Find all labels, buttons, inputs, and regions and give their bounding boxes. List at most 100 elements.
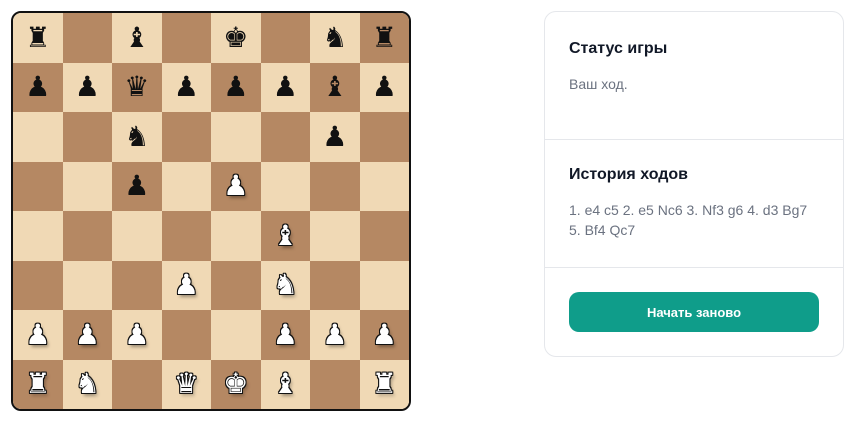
square-d7[interactable]: ♟ bbox=[161, 62, 211, 112]
black-pawn-icon[interactable]: ♟ bbox=[322, 122, 347, 151]
square-f1[interactable]: ♝ bbox=[260, 359, 310, 409]
square-g1[interactable] bbox=[310, 359, 360, 409]
square-c4[interactable] bbox=[112, 211, 162, 261]
square-h5[interactable] bbox=[359, 161, 409, 211]
square-b7[interactable]: ♟ bbox=[62, 62, 112, 112]
square-g7[interactable]: ♝ bbox=[310, 62, 360, 112]
square-d2[interactable] bbox=[161, 310, 211, 360]
white-pawn-icon[interactable]: ♟ bbox=[75, 320, 100, 349]
white-knight-icon[interactable]: ♞ bbox=[75, 370, 100, 398]
white-king-icon[interactable]: ♚ bbox=[223, 370, 248, 398]
black-knight-icon[interactable]: ♞ bbox=[124, 122, 149, 151]
black-king-icon[interactable]: ♚ bbox=[223, 23, 248, 52]
square-c3[interactable] bbox=[112, 260, 162, 310]
square-f8[interactable] bbox=[260, 13, 310, 63]
square-e3[interactable] bbox=[211, 260, 261, 310]
square-d1[interactable]: ♛ bbox=[161, 359, 211, 409]
black-pawn-icon[interactable]: ♟ bbox=[174, 73, 199, 101]
restart-button[interactable]: Начать заново bbox=[569, 292, 819, 332]
white-pawn-icon[interactable]: ♟ bbox=[273, 320, 298, 349]
white-rook-icon[interactable]: ♜ bbox=[372, 370, 397, 398]
square-b6[interactable] bbox=[62, 112, 112, 162]
square-c1[interactable] bbox=[112, 359, 162, 409]
white-bishop-icon[interactable]: ♝ bbox=[273, 221, 298, 250]
black-rook-icon[interactable]: ♜ bbox=[25, 23, 50, 52]
square-e8[interactable]: ♚ bbox=[211, 13, 261, 63]
square-a3[interactable] bbox=[13, 260, 63, 310]
square-a6[interactable] bbox=[13, 112, 63, 162]
square-f5[interactable] bbox=[260, 161, 310, 211]
square-a4[interactable] bbox=[13, 211, 63, 261]
square-h1[interactable]: ♜ bbox=[359, 359, 409, 409]
white-pawn-icon[interactable]: ♟ bbox=[174, 271, 199, 299]
white-rook-icon[interactable]: ♜ bbox=[25, 370, 50, 398]
black-bishop-icon[interactable]: ♝ bbox=[322, 73, 347, 101]
square-e1[interactable]: ♚ bbox=[211, 359, 261, 409]
square-h4[interactable] bbox=[359, 211, 409, 261]
square-h3[interactable] bbox=[359, 260, 409, 310]
square-a7[interactable]: ♟ bbox=[13, 62, 63, 112]
square-h2[interactable]: ♟ bbox=[359, 310, 409, 360]
square-g8[interactable]: ♞ bbox=[310, 13, 360, 63]
square-b1[interactable]: ♞ bbox=[62, 359, 112, 409]
black-pawn-icon[interactable]: ♟ bbox=[372, 73, 397, 101]
square-b3[interactable] bbox=[62, 260, 112, 310]
square-e5[interactable]: ♟ bbox=[211, 161, 261, 211]
white-knight-icon[interactable]: ♞ bbox=[273, 271, 298, 299]
square-g6[interactable]: ♟ bbox=[310, 112, 360, 162]
square-c5[interactable]: ♟ bbox=[112, 161, 162, 211]
white-queen-icon[interactable]: ♛ bbox=[174, 370, 199, 398]
square-a2[interactable]: ♟ bbox=[13, 310, 63, 360]
square-f3[interactable]: ♞ bbox=[260, 260, 310, 310]
black-rook-icon[interactable]: ♜ bbox=[372, 23, 397, 52]
square-b5[interactable] bbox=[62, 161, 112, 211]
square-f2[interactable]: ♟ bbox=[260, 310, 310, 360]
black-pawn-icon[interactable]: ♟ bbox=[124, 172, 149, 200]
square-f6[interactable] bbox=[260, 112, 310, 162]
black-queen-icon[interactable]: ♛ bbox=[124, 73, 149, 101]
white-pawn-icon[interactable]: ♟ bbox=[124, 320, 149, 349]
square-d6[interactable] bbox=[161, 112, 211, 162]
black-pawn-icon[interactable]: ♟ bbox=[273, 73, 298, 101]
square-e2[interactable] bbox=[211, 310, 261, 360]
square-a5[interactable] bbox=[13, 161, 63, 211]
white-pawn-icon[interactable]: ♟ bbox=[223, 172, 248, 200]
move-history-list: 1. e4 c5 2. e5 Nc6 3. Nf3 g6 4. d3 Bg7 5… bbox=[569, 202, 808, 238]
white-pawn-icon[interactable]: ♟ bbox=[25, 320, 50, 349]
black-bishop-icon[interactable]: ♝ bbox=[124, 23, 149, 52]
square-g2[interactable]: ♟ bbox=[310, 310, 360, 360]
black-pawn-icon[interactable]: ♟ bbox=[75, 73, 100, 101]
black-knight-icon[interactable]: ♞ bbox=[322, 23, 347, 52]
white-pawn-icon[interactable]: ♟ bbox=[372, 320, 397, 349]
chess-board[interactable]: ♜ ♝ ♚ ♞ ♜ ♟ ♟ ♛ ♟ ♟ ♟ ♝ ♟ ♞ ♟ ♟ ♟ ♝ ♟ ♞ ♟ ♟ ♟ ♟ ♟ ♟ ♜ ♞ ♛ ♚ ♝ ♜ bbox=[11, 11, 411, 411]
black-pawn-icon[interactable]: ♟ bbox=[223, 73, 248, 101]
square-g5[interactable] bbox=[310, 161, 360, 211]
square-b4[interactable] bbox=[62, 211, 112, 261]
square-c7[interactable]: ♛ bbox=[112, 62, 162, 112]
square-d5[interactable] bbox=[161, 161, 211, 211]
white-bishop-icon[interactable]: ♝ bbox=[273, 370, 298, 398]
square-d3[interactable]: ♟ bbox=[161, 260, 211, 310]
square-h7[interactable]: ♟ bbox=[359, 62, 409, 112]
square-a8[interactable]: ♜ bbox=[13, 13, 63, 63]
square-b2[interactable]: ♟ bbox=[62, 310, 112, 360]
square-h6[interactable] bbox=[359, 112, 409, 162]
square-a1[interactable]: ♜ bbox=[13, 359, 63, 409]
square-c2[interactable]: ♟ bbox=[112, 310, 162, 360]
square-g3[interactable] bbox=[310, 260, 360, 310]
white-pawn-icon[interactable]: ♟ bbox=[322, 320, 347, 349]
square-g4[interactable] bbox=[310, 211, 360, 261]
square-e7[interactable]: ♟ bbox=[211, 62, 261, 112]
move-history-section: История ходов 1. e4 c5 2. e5 Nc6 3. Nf3 … bbox=[545, 140, 843, 268]
square-h8[interactable]: ♜ bbox=[359, 13, 409, 63]
square-c8[interactable]: ♝ bbox=[112, 13, 162, 63]
square-e4[interactable] bbox=[211, 211, 261, 261]
square-d4[interactable] bbox=[161, 211, 211, 261]
black-pawn-icon[interactable]: ♟ bbox=[25, 73, 50, 101]
square-e6[interactable] bbox=[211, 112, 261, 162]
square-b8[interactable] bbox=[62, 13, 112, 63]
square-c6[interactable]: ♞ bbox=[112, 112, 162, 162]
square-f7[interactable]: ♟ bbox=[260, 62, 310, 112]
square-f4[interactable]: ♝ bbox=[260, 211, 310, 261]
square-d8[interactable] bbox=[161, 13, 211, 63]
